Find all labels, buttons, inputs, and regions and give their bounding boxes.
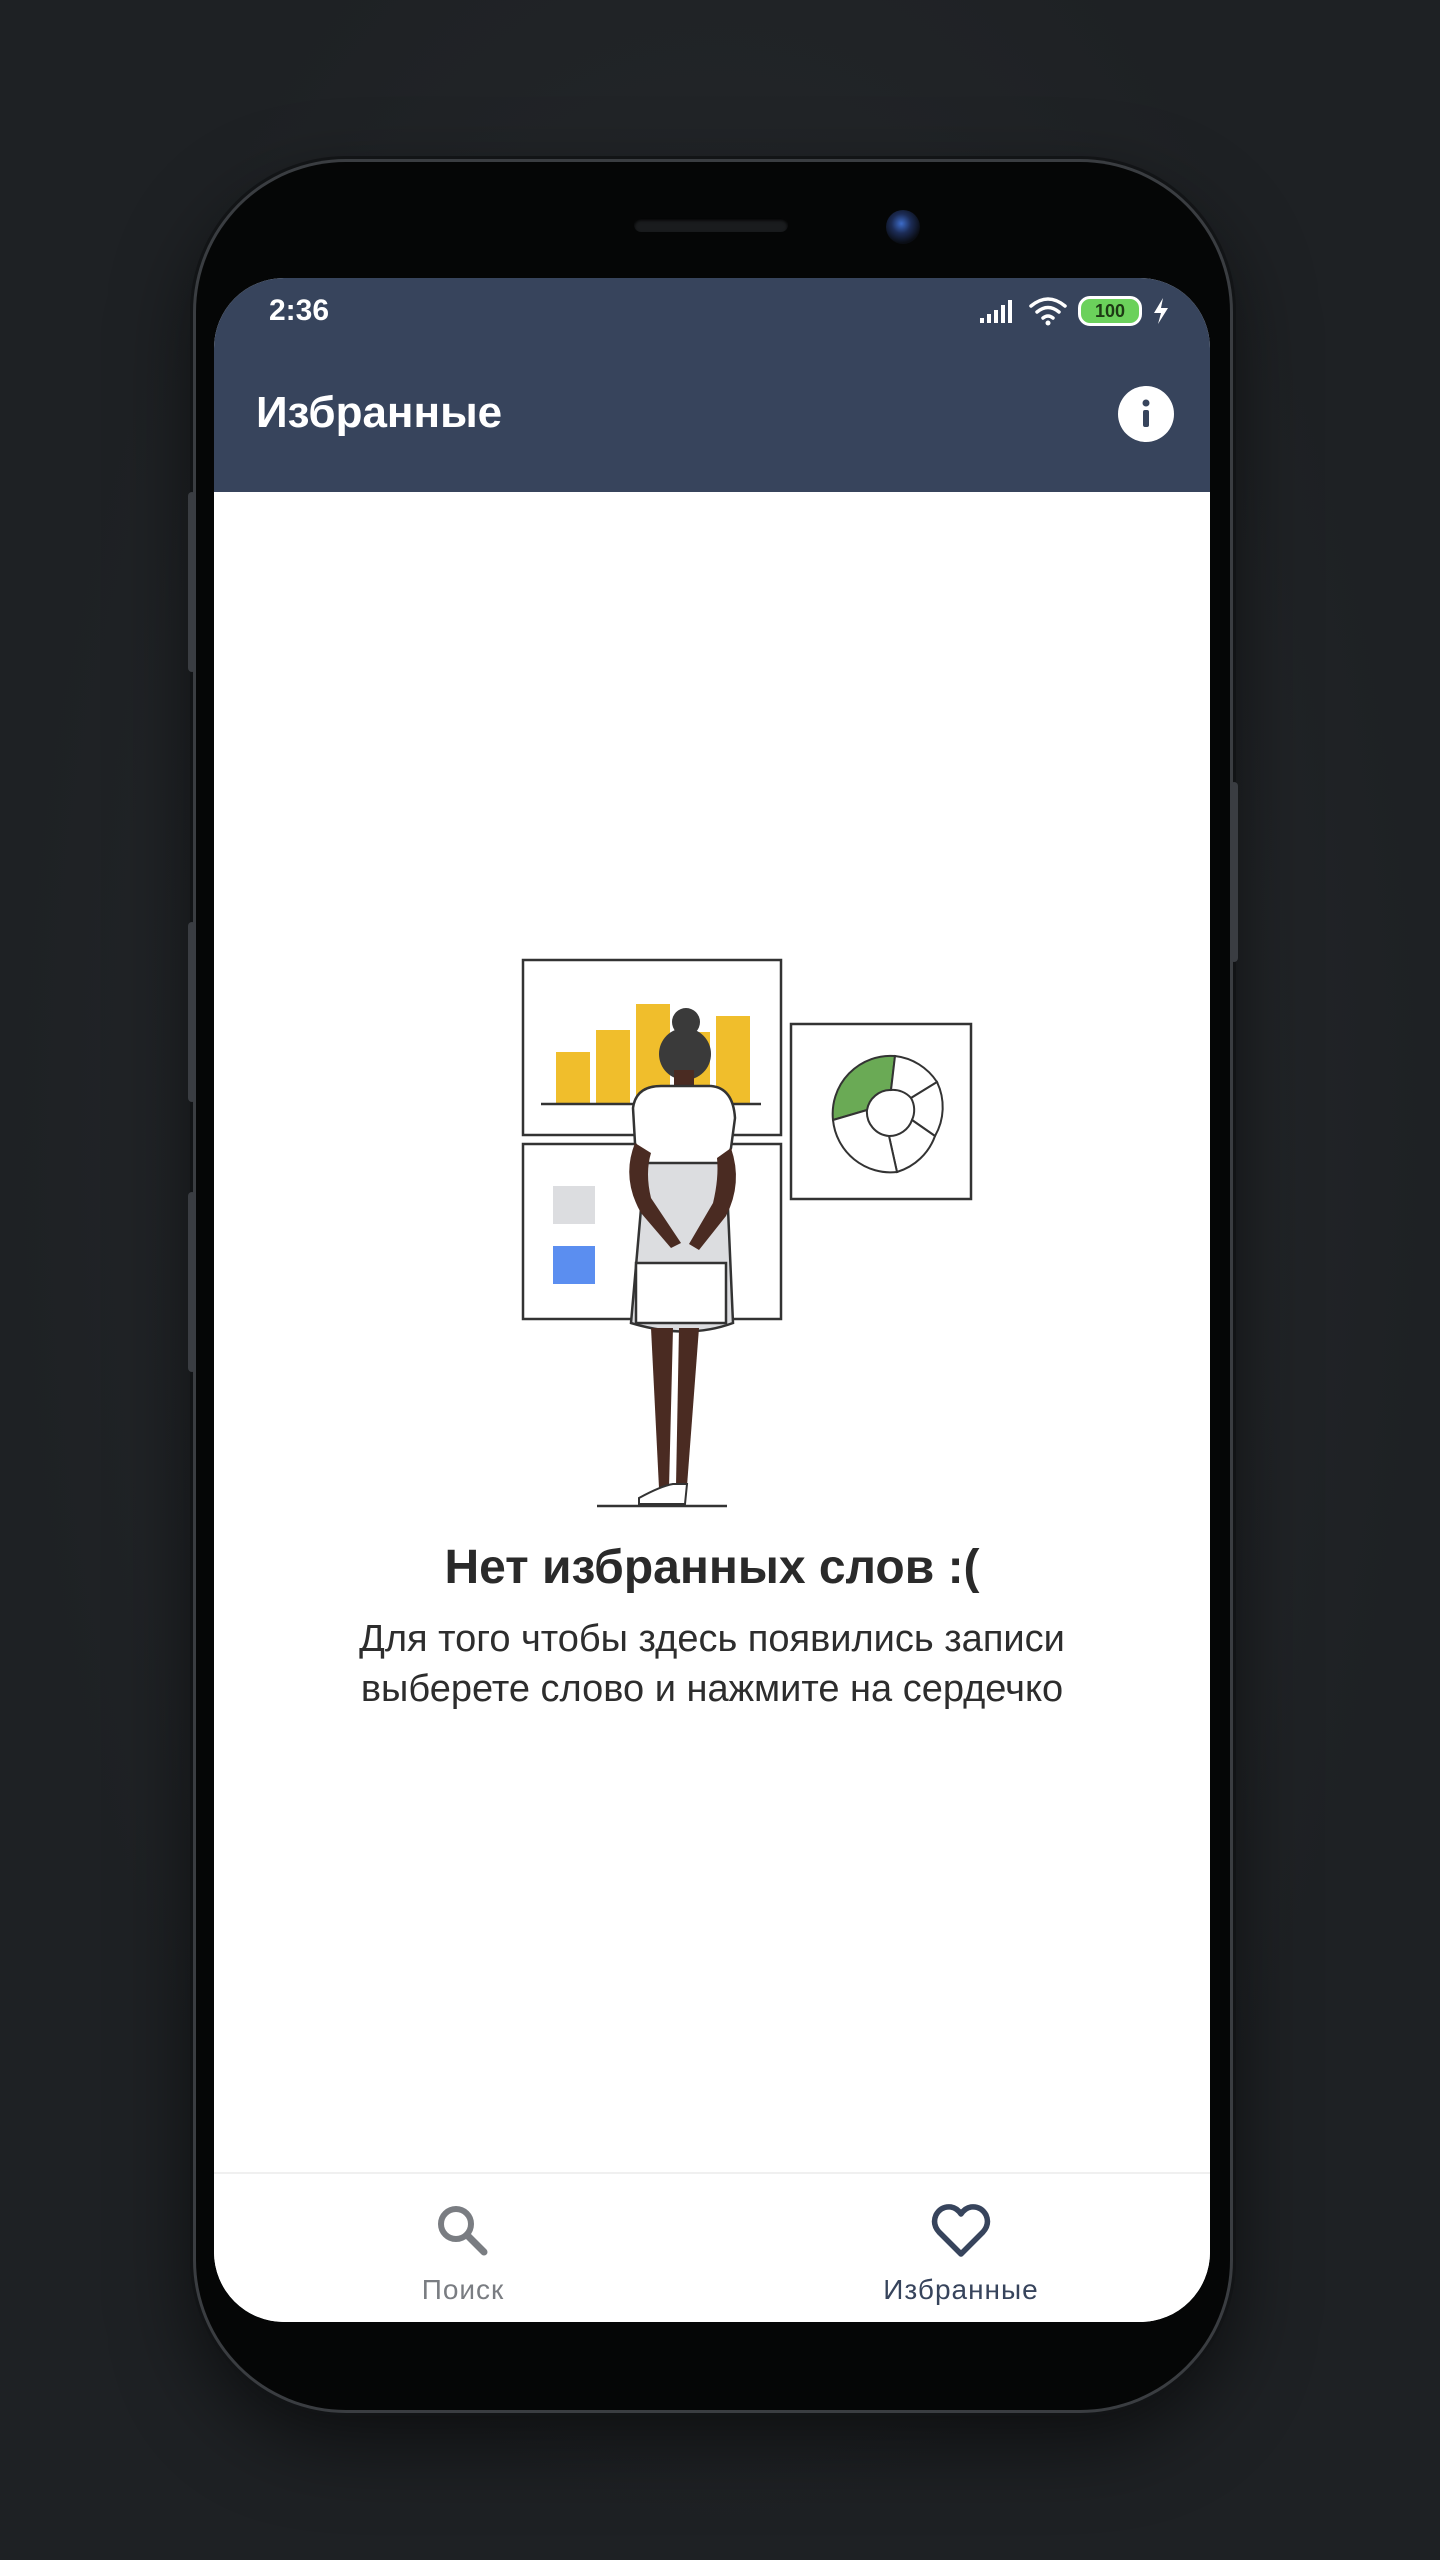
search-icon xyxy=(438,2206,488,2256)
front-camera xyxy=(886,210,920,244)
charging-icon xyxy=(1154,298,1168,324)
wifi-icon xyxy=(1029,297,1067,326)
nav-item-favorites[interactable]: Избранные xyxy=(712,2174,1210,2322)
nav-label-favorites: Избранные xyxy=(883,2274,1039,2305)
phone-frame: 2:36 100 Избранные Нет избранных слов:(… xyxy=(188,162,1238,2410)
side-button xyxy=(188,1192,196,1372)
battery-icon: 100 xyxy=(1078,296,1142,326)
info-icon xyxy=(1142,399,1150,427)
mockup-background: 2:36 100 Избранные Нет избранных слов:(… xyxy=(0,0,1440,2560)
signal-icon xyxy=(980,300,1012,323)
side-button xyxy=(188,922,196,1102)
bottom-navigation: Поиск Избранные xyxy=(214,2172,1210,2322)
page-title: Избранные xyxy=(256,388,503,437)
screen: 2:36 100 Избранные Нет избранных слов:(… xyxy=(214,278,1210,2322)
heart-icon xyxy=(931,2204,991,2257)
app-bar: 2:36 100 Избранные xyxy=(214,278,1210,492)
empty-state-description: Для того чтобы здесь появились записи вы… xyxy=(359,1618,1065,1710)
power-button xyxy=(1230,782,1238,962)
status-icons: 100 xyxy=(978,296,1170,326)
nav-label-search: Поиск xyxy=(421,2274,505,2305)
empty-state-title: Нет избранных слов :( xyxy=(444,1541,980,1594)
side-button xyxy=(188,492,196,672)
earpiece-speaker xyxy=(634,218,788,232)
info-button[interactable] xyxy=(1118,386,1174,442)
nav-item-search[interactable]: Поиск xyxy=(214,2174,712,2322)
status-time: 2:36 xyxy=(269,294,330,327)
person-viewing-charts-illustration xyxy=(521,958,973,1508)
